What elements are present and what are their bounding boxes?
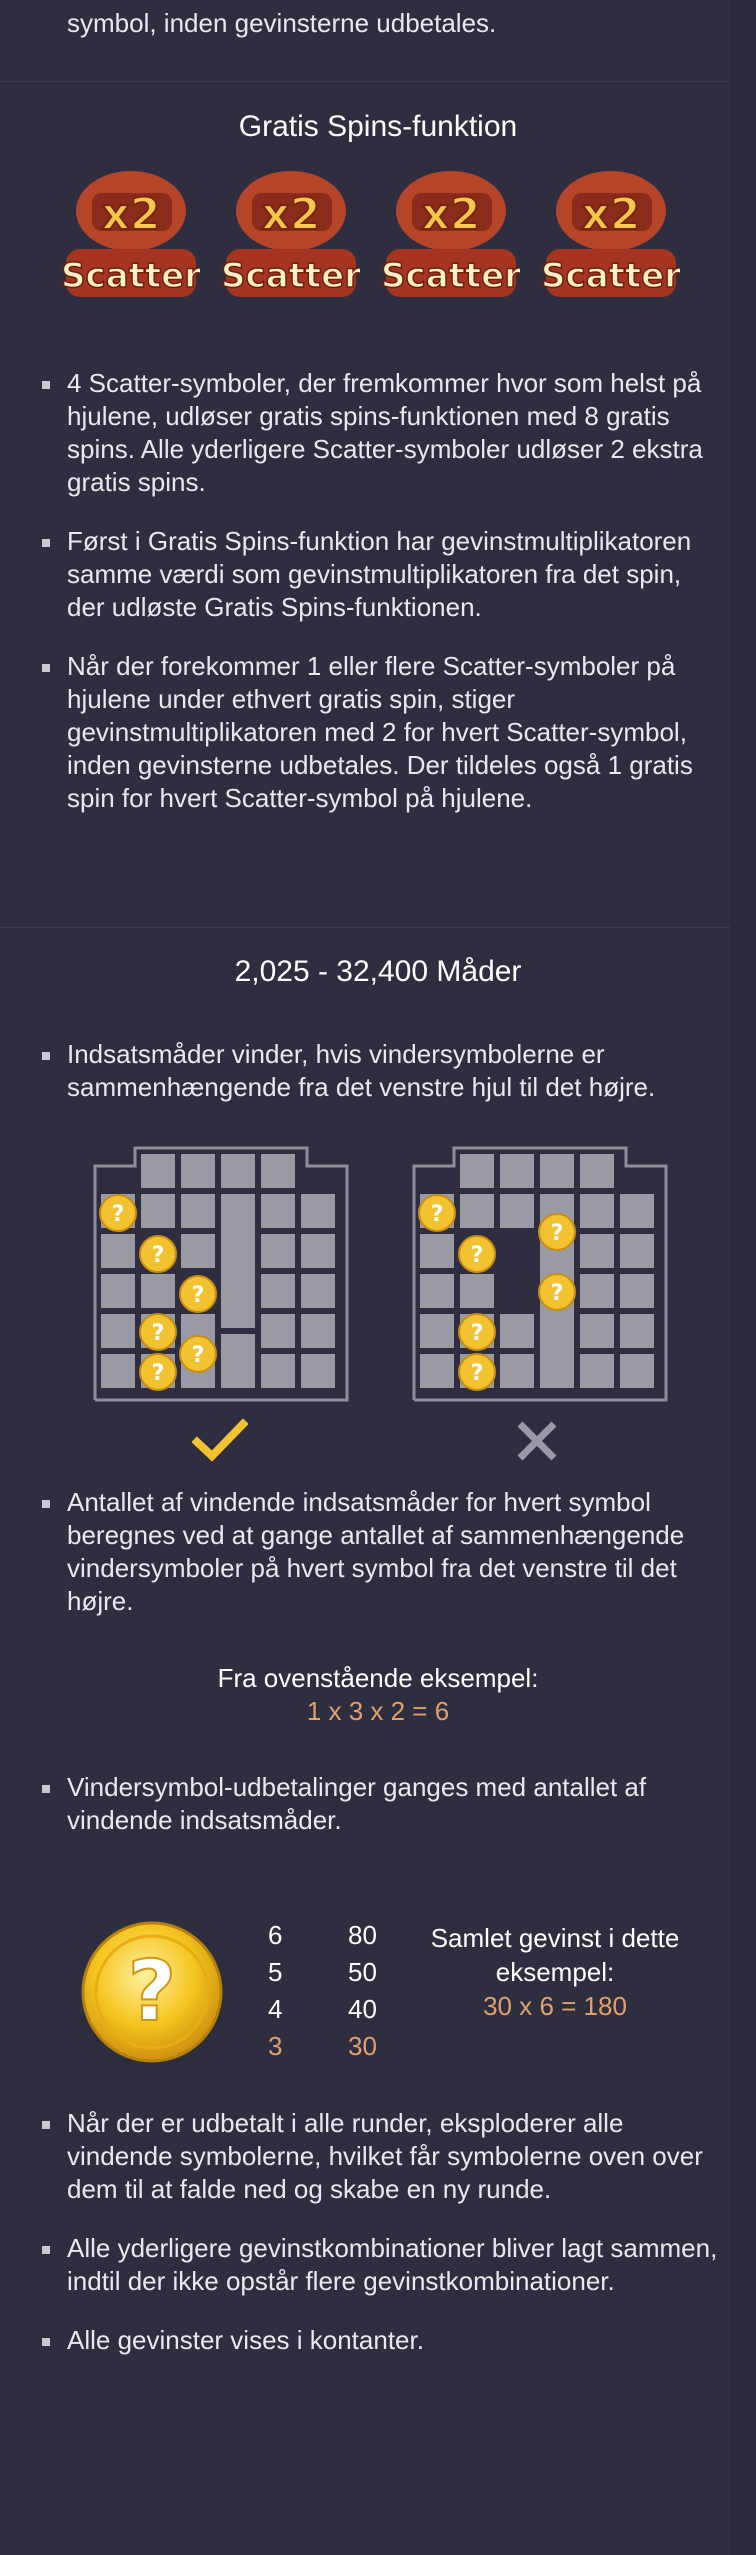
list-item: Vindersymbol-udbetalinger ganges med ant… xyxy=(40,1771,720,1837)
example-heading: Fra ovenstående eksempel: xyxy=(217,1663,539,1693)
svg-text:?: ? xyxy=(431,1202,444,1227)
svg-text:?: ? xyxy=(152,1243,165,1268)
intro-text: symbol, inden gevinsterne udbetales. xyxy=(67,8,497,38)
scatter-icon: x2 Scatter xyxy=(222,171,360,297)
payout-value: 80 xyxy=(348,1920,377,1950)
bullet-dot xyxy=(42,381,50,389)
svg-text:?: ? xyxy=(471,1243,484,1268)
scatter-text: Scatter xyxy=(222,256,360,296)
total-heading: Samlet gevinst i dette eksempel: xyxy=(430,1923,680,1987)
scatter-text: Scatter xyxy=(542,256,680,296)
table-row-highlighted: 3 30 xyxy=(268,2031,408,2067)
bullet-dot xyxy=(42,539,50,547)
table-row: 6 80 xyxy=(268,1920,408,1956)
symbol-count: 4 xyxy=(268,1994,283,2024)
total-calculation: 30 x 6 = 180 xyxy=(483,1991,627,2021)
svg-text:?: ? xyxy=(471,1321,484,1346)
svg-text:?: ? xyxy=(112,1202,125,1227)
scatter-text: Scatter xyxy=(62,256,200,296)
payout-value: 30 xyxy=(348,2031,377,2061)
cross-icon xyxy=(517,1421,557,1461)
svg-text:?: ? xyxy=(551,1281,564,1306)
symbol-count: 5 xyxy=(268,1957,283,1987)
ways-rule-2: Antallet af vindende indsatsmåder for hv… xyxy=(40,1486,720,1644)
list-item: Indsatsmåder vinder, hvis vindersymboler… xyxy=(40,1038,720,1104)
bullet-dot xyxy=(42,1785,50,1793)
total-win-example: Samlet gevinst i dette eksempel: 30 x 6 … xyxy=(410,1921,700,2023)
bullet-dot xyxy=(42,1052,50,1060)
ways-title: 2,025 - 32,400 Måder xyxy=(234,955,522,988)
payout-value: 50 xyxy=(348,1957,377,1987)
bullet-dot xyxy=(42,1500,50,1508)
free-spins-rules: 4 Scatter-symboler, der fremkommer hvor … xyxy=(40,367,720,841)
valid-ways-grid: ? ? ? ? ? ? xyxy=(93,1146,349,1402)
table-row: 5 50 xyxy=(268,1957,408,1993)
list-item: 4 Scatter-symboler, der fremkommer hvor … xyxy=(40,367,720,499)
bullet-dot xyxy=(42,2246,50,2254)
ways-rule-1: Indsatsmåder vinder, hvis vindersymboler… xyxy=(40,1038,720,1130)
svg-text:?: ? xyxy=(152,1321,165,1346)
bullet-dot xyxy=(42,2121,50,2129)
list-item: Først i Gratis Spins-funktion har gevins… xyxy=(40,525,720,624)
list-item: Antallet af vindende indsatsmåder for hv… xyxy=(40,1486,720,1618)
svg-text:?: ? xyxy=(471,1361,484,1386)
scatter-label: x2 xyxy=(262,189,321,240)
scatter-label: x2 xyxy=(422,189,481,240)
scatter-symbols-row: x2 Scatter x2 Scatter x2 Scatter x2 Scat… xyxy=(62,151,682,313)
scatter-text: Scatter xyxy=(382,256,520,296)
svg-text:?: ? xyxy=(192,1283,205,1308)
invalid-ways-grid: ? ? ? ? ? ? xyxy=(412,1146,668,1402)
ways-example: Fra ovenstående eksempel: 1 x 3 x 2 = 6 xyxy=(0,1662,756,1728)
svg-text:?: ? xyxy=(152,1361,165,1386)
ways-rule-3: Vindersymbol-udbetalinger ganges med ant… xyxy=(40,1771,720,1863)
list-item: Alle yderligere gevinstkombinationer bli… xyxy=(40,2232,720,2298)
scatter-label: x2 xyxy=(102,189,161,240)
bullet-dot xyxy=(42,664,50,672)
scatter-icon: x2 Scatter xyxy=(542,171,680,297)
list-item: Når der forekommer 1 eller flere Scatter… xyxy=(40,650,720,815)
footer-rules: Når der er udbetalt i alle runder, ekspl… xyxy=(40,2107,720,2383)
divider xyxy=(0,927,730,928)
symbol-count: 3 xyxy=(268,2031,283,2061)
example-calculation: 1 x 3 x 2 = 6 xyxy=(306,1696,450,1726)
rules-page: symbol, inden gevinsterne udbetales. Gra… xyxy=(0,0,730,2555)
scatter-label: x2 xyxy=(582,189,641,240)
svg-text:?: ? xyxy=(551,1221,564,1246)
check-icon xyxy=(192,1418,248,1462)
list-item: Alle gevinster vises i kontanter. xyxy=(40,2324,720,2357)
list-item: Når der er udbetalt i alle runder, ekspl… xyxy=(40,2107,720,2206)
svg-text:?: ? xyxy=(192,1343,205,1368)
scatter-icon: x2 Scatter xyxy=(62,171,200,297)
table-row: 4 40 xyxy=(268,1994,408,2030)
free-spins-title: Gratis Spins-funktion xyxy=(238,110,518,143)
divider xyxy=(0,81,730,82)
symbol-count: 6 xyxy=(268,1920,283,1950)
svg-text:?: ? xyxy=(128,1942,177,2040)
scatter-icon: x2 Scatter xyxy=(382,171,520,297)
question-coin-icon: ? xyxy=(81,1921,223,2063)
payout-value: 40 xyxy=(348,1994,377,2024)
bullet-dot xyxy=(42,2338,50,2346)
